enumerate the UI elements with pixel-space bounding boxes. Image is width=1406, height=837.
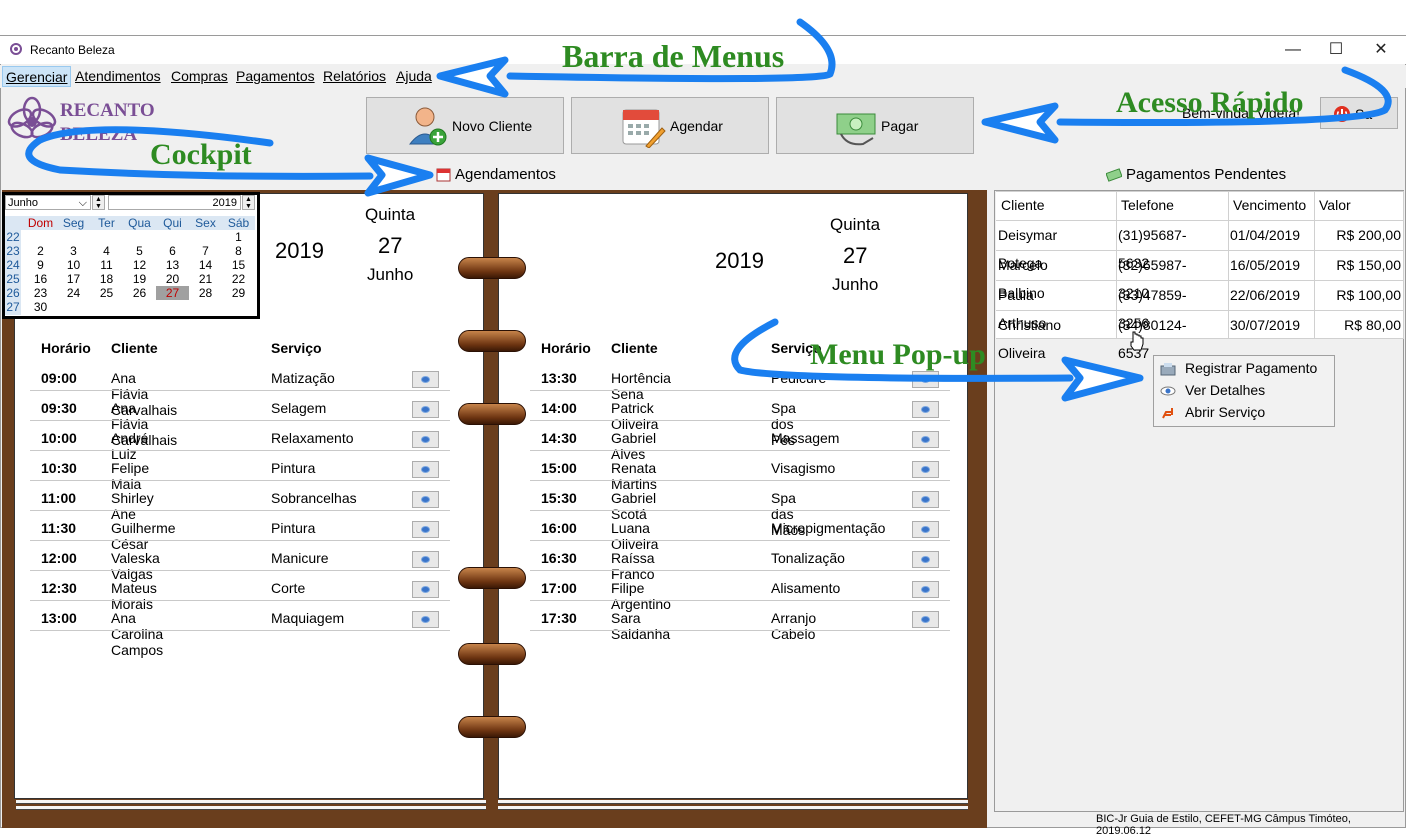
annotation-quick-access: Acesso Rápido xyxy=(1116,86,1304,119)
annotation-popup-menu: Menu Pop-up xyxy=(810,338,986,371)
annotation-cockpit: Cockpit xyxy=(150,138,252,171)
annotation-arrows xyxy=(25,18,1392,402)
annotation-menu-bar: Barra de Menus xyxy=(562,38,785,74)
